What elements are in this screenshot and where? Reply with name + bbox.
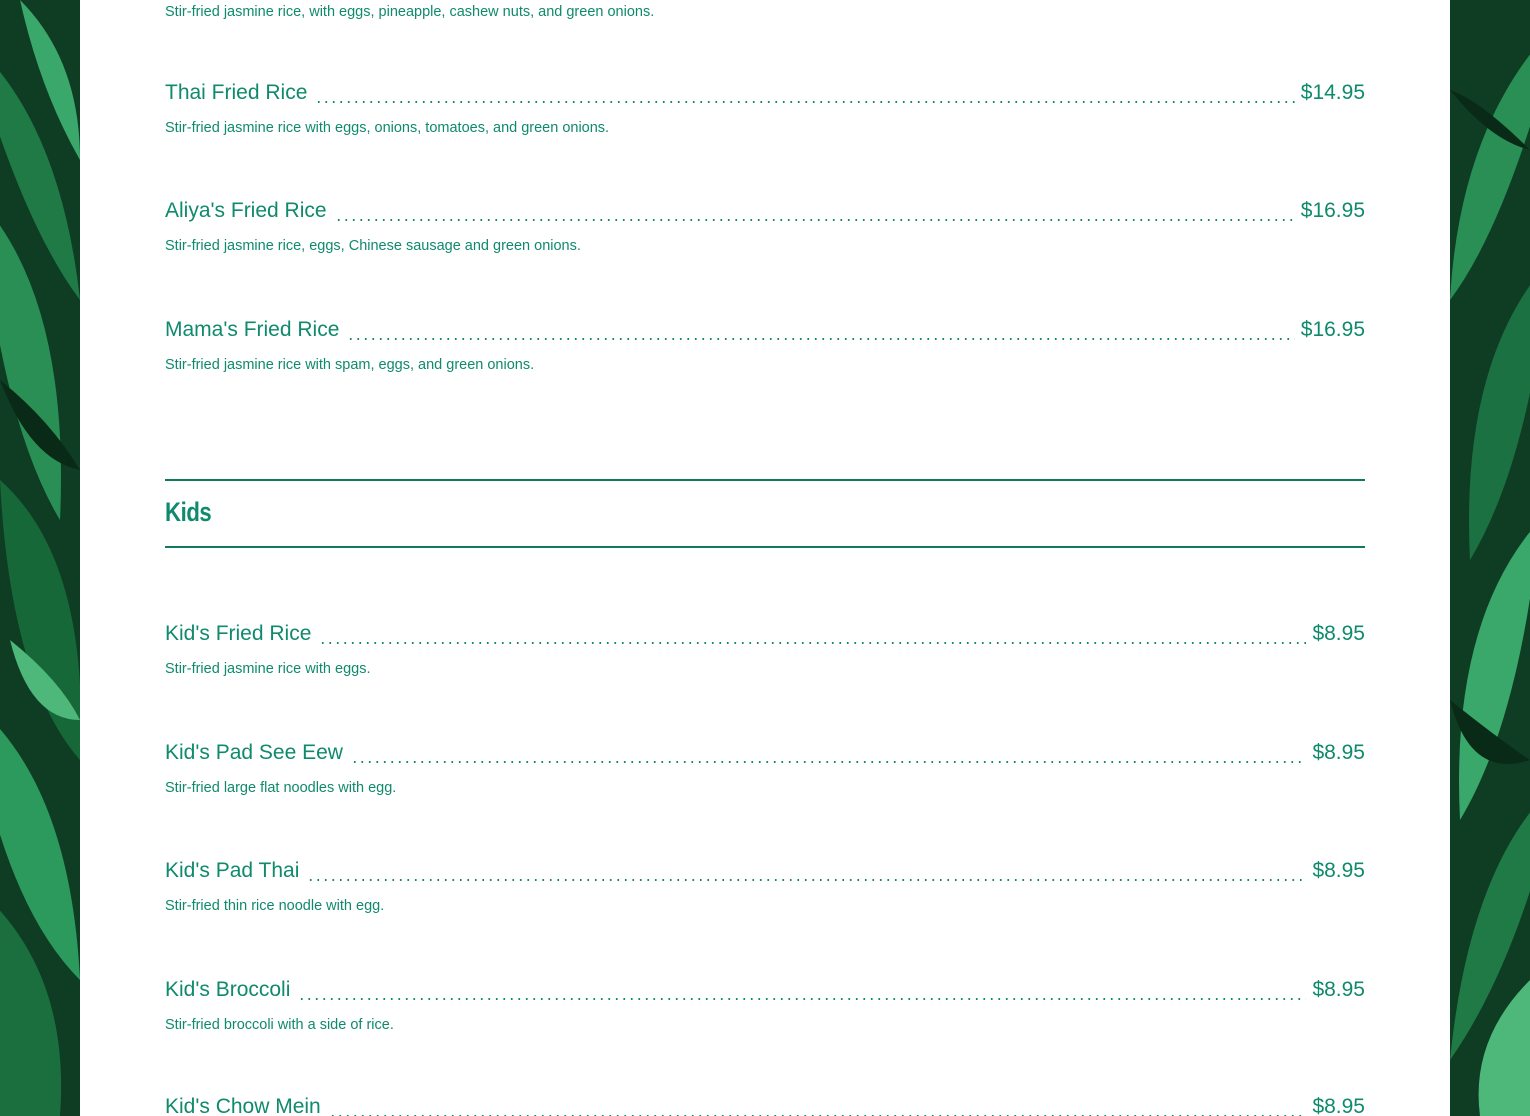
item-description: Stir-fried jasmine rice with eggs. xyxy=(165,661,371,677)
section-divider-bottom xyxy=(165,546,1365,548)
item-name: Mama's Fried Rice xyxy=(165,318,340,341)
leaf-background-left xyxy=(0,0,80,1116)
menu-item-row: Mama's Fried Rice $16.95 xyxy=(165,317,1365,343)
item-description: Stir-fried jasmine rice, eggs, Chinese s… xyxy=(165,238,581,254)
item-name: Kid's Fried Rice xyxy=(165,622,312,645)
item-description: Stir-fried broccoli with a side of rice. xyxy=(165,1017,394,1033)
dot-leader xyxy=(319,627,1307,647)
menu-item-row: Kid's Pad See Eew $8.95 xyxy=(165,740,1365,766)
dot-leader xyxy=(298,983,1307,1003)
item-price: $8.95 xyxy=(1312,859,1365,882)
item-price: $14.95 xyxy=(1300,81,1365,104)
item-name: Kid's Pad See Eew xyxy=(165,741,343,764)
item-name: Aliya's Fried Rice xyxy=(165,199,327,222)
dot-leader xyxy=(334,204,1295,224)
menu-item-row: Kid's Broccoli $8.95 xyxy=(165,977,1365,1003)
item-description: Stir-fried large flat noodles with egg. xyxy=(165,780,397,796)
dot-leader xyxy=(307,864,1307,884)
dot-leader xyxy=(350,746,1307,766)
dot-leader xyxy=(328,1100,1307,1116)
menu-item-row: Kid's Fried Rice $8.95 xyxy=(165,621,1365,647)
item-name: Kid's Broccoli xyxy=(165,978,291,1001)
item-price: $16.95 xyxy=(1300,318,1365,341)
section-divider-top xyxy=(165,479,1365,481)
leaf-background-right xyxy=(1450,0,1530,1116)
item-description: Stir-fried jasmine rice, with eggs, pine… xyxy=(165,4,655,20)
item-price: $8.95 xyxy=(1312,622,1365,645)
menu-item-row: Kid's Chow Mein $8.95 xyxy=(165,1094,1365,1116)
item-name: Kid's Pad Thai xyxy=(165,859,300,882)
menu-page: Stir-fried jasmine rice, with eggs, pine… xyxy=(80,0,1450,1116)
item-price: $16.95 xyxy=(1300,199,1365,222)
item-price: $8.95 xyxy=(1312,741,1365,764)
item-description: Stir-fried jasmine rice with eggs, onion… xyxy=(165,120,610,136)
item-price: $8.95 xyxy=(1312,978,1365,1001)
menu-item-row: Aliya's Fried Rice $16.95 xyxy=(165,198,1365,224)
section-title: Kids xyxy=(165,497,212,527)
item-name: Kid's Chow Mein xyxy=(165,1095,321,1116)
menu-item-row: Kid's Pad Thai $8.95 xyxy=(165,858,1365,884)
dot-leader xyxy=(347,323,1295,343)
menu-item-row: Thai Fried Rice $14.95 xyxy=(165,80,1365,106)
dot-leader xyxy=(315,86,1295,106)
item-description: Stir-fried jasmine rice with spam, eggs,… xyxy=(165,357,535,373)
item-name: Thai Fried Rice xyxy=(165,81,308,104)
item-description: Stir-fried thin rice noodle with egg. xyxy=(165,898,385,914)
item-price: $8.95 xyxy=(1312,1095,1365,1116)
